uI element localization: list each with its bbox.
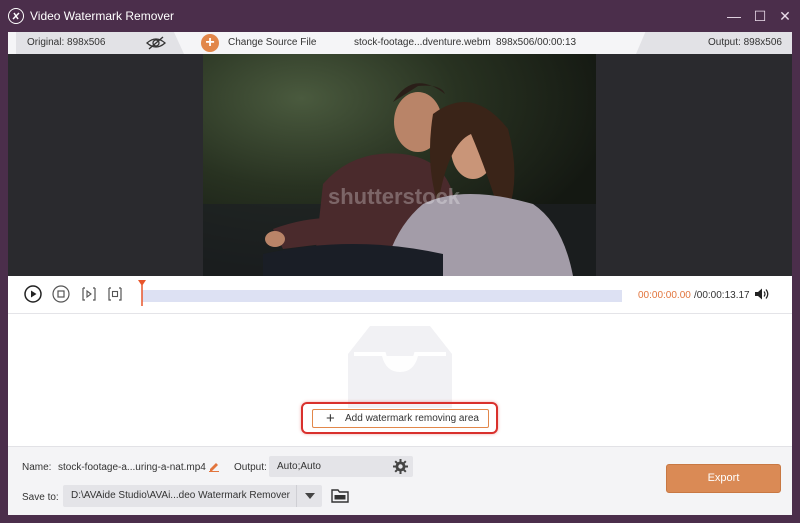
export-button[interactable]: Export bbox=[666, 464, 781, 493]
snapshot-icon[interactable] bbox=[106, 285, 124, 303]
original-resolution: Original: 898x506 bbox=[27, 37, 106, 48]
source-info-bar: Original: 898x506 + Change Source File s… bbox=[8, 32, 792, 54]
minimize-button[interactable]: — bbox=[724, 6, 744, 26]
video-preview-area: shutterstock bbox=[8, 54, 792, 276]
title-bar: Video Watermark Remover — ☐ ✕ bbox=[0, 0, 800, 32]
output-file-name: stock-footage-a...uring-a-nat.mp4 bbox=[58, 462, 206, 473]
output-label: Output: bbox=[234, 462, 267, 473]
edit-icon[interactable] bbox=[208, 460, 220, 472]
save-to-label: Save to: bbox=[22, 492, 59, 503]
play-icon[interactable] bbox=[24, 285, 42, 303]
plus-icon: + bbox=[326, 410, 335, 427]
output-resolution: Output: 898x506 bbox=[708, 37, 782, 48]
save-path-divider bbox=[296, 485, 297, 507]
maximize-button[interactable]: ☐ bbox=[750, 6, 770, 26]
close-button[interactable]: ✕ bbox=[775, 6, 795, 26]
empty-tray-icon bbox=[348, 326, 452, 408]
output-format-value: Auto;Auto bbox=[277, 461, 321, 472]
save-path-field[interactable]: D:\AVAide Studio\AVAi...deo Watermark Re… bbox=[63, 485, 322, 507]
watermark-area-panel: + Add watermark removing area bbox=[8, 314, 792, 446]
volume-icon[interactable] bbox=[754, 287, 770, 301]
total-time: /00:00:13.17 bbox=[694, 290, 750, 301]
output-format-field[interactable]: Auto;Auto bbox=[269, 456, 413, 477]
output-settings-bar: Name: stock-footage-a...uring-a-nat.mp4 … bbox=[8, 446, 792, 515]
change-source-plus-icon[interactable]: + bbox=[201, 34, 219, 52]
watermark-text: shutterstock bbox=[328, 184, 461, 209]
playhead-marker[interactable] bbox=[138, 280, 146, 306]
stop-icon[interactable] bbox=[52, 285, 70, 303]
source-file-info: 898x506/00:00:13 bbox=[496, 37, 577, 48]
app-window: Video Watermark Remover — ☐ ✕ Original: … bbox=[0, 0, 800, 523]
next-frame-icon[interactable] bbox=[80, 285, 98, 303]
folder-icon[interactable] bbox=[331, 488, 349, 503]
eye-icon[interactable] bbox=[146, 35, 166, 51]
chevron-down-icon[interactable] bbox=[305, 493, 315, 499]
add-watermark-area-label: Add watermark removing area bbox=[345, 413, 479, 424]
source-file-name: stock-footage...dventure.webm bbox=[354, 37, 491, 48]
change-source-button[interactable]: Change Source File bbox=[228, 37, 316, 48]
name-label: Name: bbox=[22, 462, 52, 473]
add-watermark-area-button[interactable]: + Add watermark removing area bbox=[312, 409, 489, 428]
playback-controls: 00:00:00.00 /00:00:13.17 bbox=[8, 276, 792, 314]
gear-icon[interactable] bbox=[393, 459, 408, 474]
timeline-track[interactable] bbox=[142, 290, 622, 302]
video-frame[interactable]: shutterstock bbox=[203, 54, 596, 276]
current-time: 00:00:00.00 bbox=[638, 290, 691, 301]
app-title: Video Watermark Remover bbox=[30, 9, 175, 23]
app-logo-icon bbox=[8, 8, 24, 24]
save-path-value: D:\AVAide Studio\AVAi...deo Watermark Re… bbox=[71, 490, 290, 501]
